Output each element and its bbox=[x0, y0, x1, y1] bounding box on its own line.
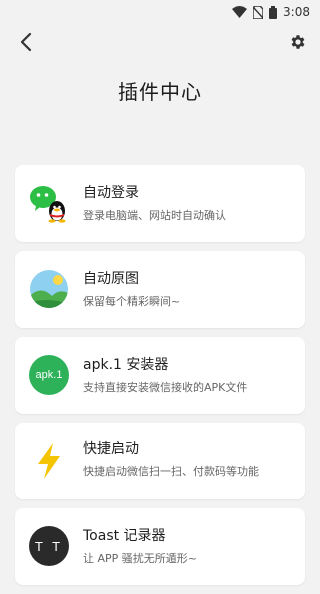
battery-icon bbox=[269, 5, 278, 19]
status-time: 3:08 bbox=[283, 5, 310, 19]
toast-recorder-icon: T T bbox=[29, 526, 69, 566]
chevron-left-icon bbox=[19, 32, 33, 56]
plugin-description: 保留每个精彩瞬间~ bbox=[83, 295, 181, 308]
back-button[interactable] bbox=[12, 30, 40, 58]
page-title: 插件中心 bbox=[118, 80, 202, 104]
no-sim-icon bbox=[253, 5, 264, 19]
plugin-title: 快捷启动 bbox=[83, 441, 139, 457]
plugin-title: apk.1 安装器 bbox=[83, 357, 169, 373]
lightning-icon bbox=[28, 440, 70, 482]
landscape-photo-icon bbox=[28, 268, 70, 310]
plugin-title: 自动登录 bbox=[83, 185, 139, 201]
apk-installer-icon: apk.1 bbox=[29, 355, 69, 395]
gear-icon bbox=[289, 33, 307, 55]
plugin-list: 自动登录 登录电脑端、网站时自动确认 自动原图 保留每个精彩瞬间~ apk.1 bbox=[15, 165, 305, 594]
plugin-card-auto-login[interactable]: 自动登录 登录电脑端、网站时自动确认 bbox=[15, 165, 305, 242]
plugin-card-apk-installer[interactable]: apk.1 apk.1 安装器 支持直接安装微信接收的APK文件 bbox=[15, 337, 305, 414]
plugin-title: 自动原图 bbox=[83, 271, 139, 287]
plugin-description: 支持直接安装微信接收的APK文件 bbox=[83, 381, 248, 394]
plugin-description: 让 APP 骚扰无所遁形~ bbox=[83, 552, 198, 565]
plugin-card-quick-launch[interactable]: 快捷启动 快捷启动微信扫一扫、付款码等功能 bbox=[15, 423, 305, 499]
plugin-card-toast-recorder[interactable]: T T Toast 记录器 让 APP 骚扰无所遁形~ bbox=[15, 508, 305, 585]
plugin-description: 登录电脑端、网站时自动确认 bbox=[83, 209, 226, 222]
top-nav bbox=[0, 24, 320, 64]
settings-button[interactable] bbox=[286, 32, 310, 56]
status-bar: 3:08 bbox=[0, 0, 320, 24]
wechat-qq-icon bbox=[28, 182, 70, 224]
plugin-description: 快捷启动微信扫一扫、付款码等功能 bbox=[83, 465, 259, 478]
wifi-icon bbox=[232, 6, 248, 18]
plugin-card-auto-original-image[interactable]: 自动原图 保留每个精彩瞬间~ bbox=[15, 251, 305, 328]
plugin-title: Toast 记录器 bbox=[83, 528, 166, 544]
